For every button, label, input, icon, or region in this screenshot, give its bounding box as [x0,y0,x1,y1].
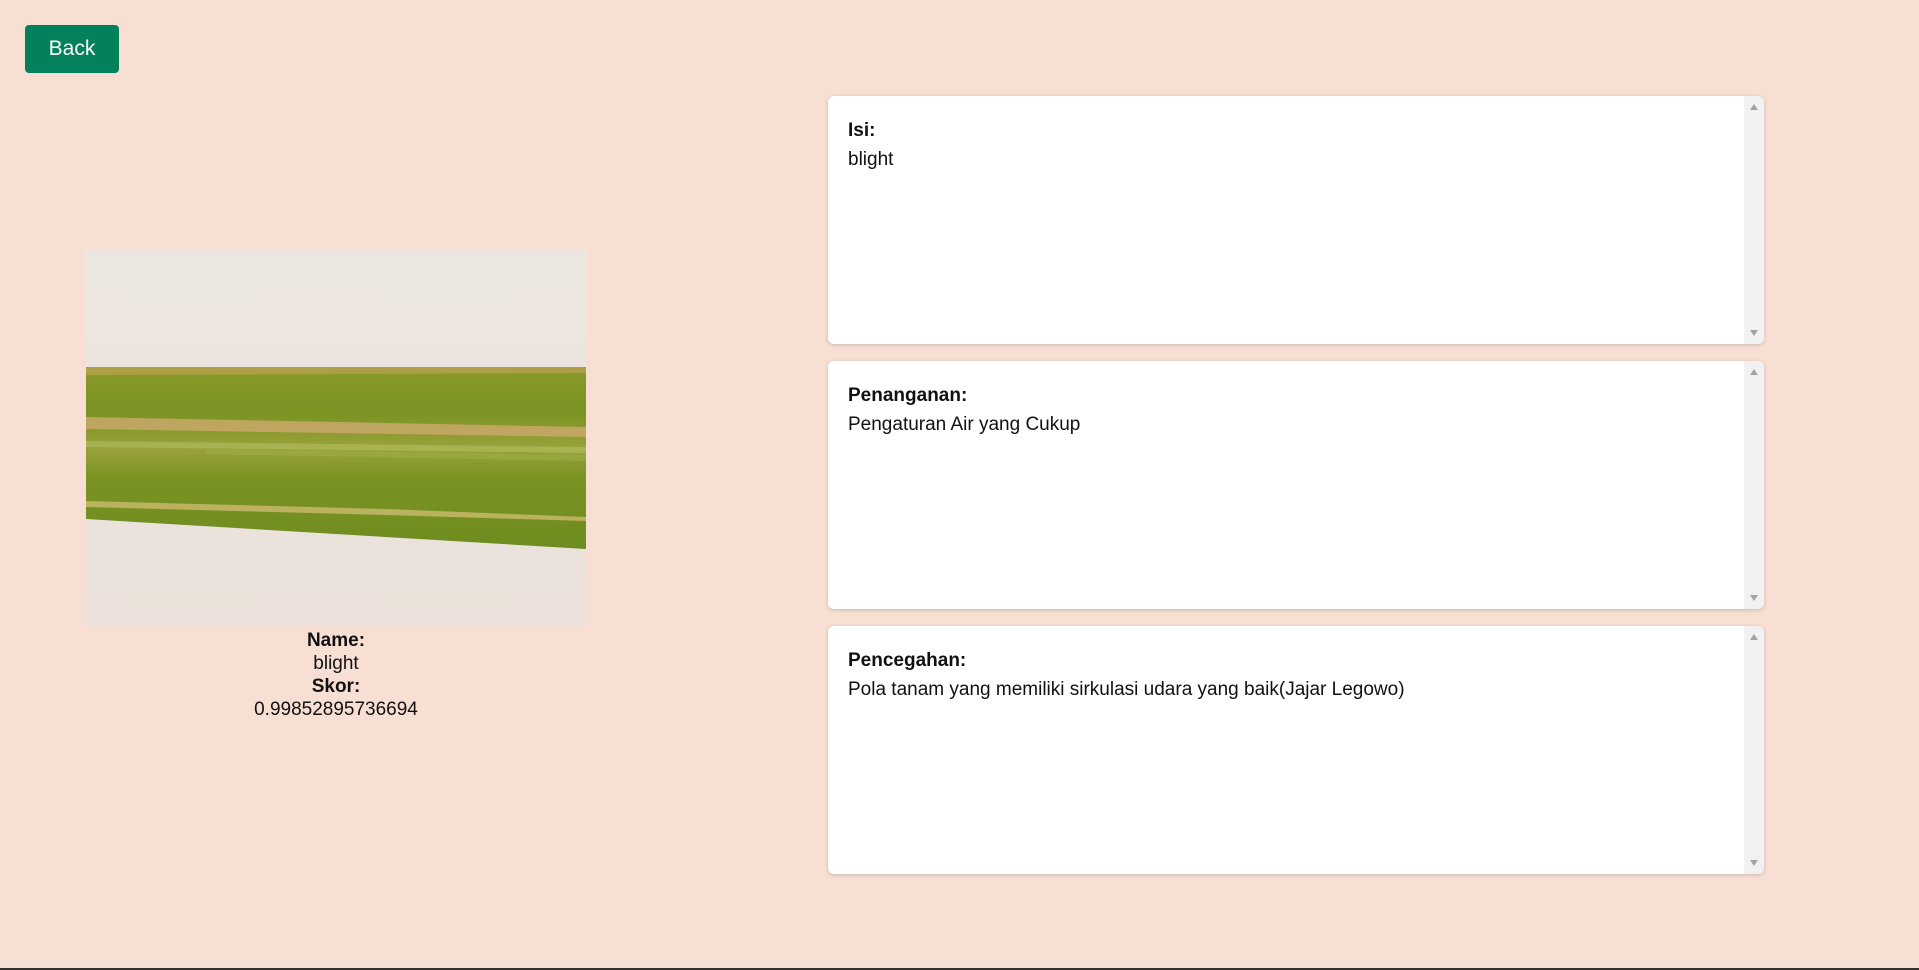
panel-text: Pengaturan Air yang Cukup [848,414,1081,435]
scroll-down-icon[interactable] [1750,330,1758,336]
scroll-down-icon[interactable] [1750,860,1758,866]
panel-text: Pola tanam yang memiliki sirkulasi udara… [848,679,1405,700]
scroll-up-icon[interactable] [1750,634,1758,640]
panel-pencegahan[interactable]: Pencegahan: Pola tanam yang memiliki sir… [828,626,1764,874]
result-caption: Name: blight Skor: 0.99852895736694 [86,629,586,721]
name-label: Name: [306,630,366,651]
scrollbar[interactable] [1744,361,1764,609]
scroll-down-icon[interactable] [1750,595,1758,601]
scroll-up-icon[interactable] [1750,369,1758,375]
scrollbar[interactable] [1744,96,1764,344]
panel-title: Isi: [848,120,876,141]
score-value: 0.99852895736694 [254,699,418,720]
leaf-image [86,249,586,625]
back-button[interactable]: Back [25,25,119,73]
result-card: Name: blight Skor: 0.99852895736694 [86,249,586,721]
score-label: Skor: [311,676,361,697]
scrollbar[interactable] [1744,626,1764,874]
panel-penanganan[interactable]: Penanganan: Pengaturan Air yang Cukup [828,361,1764,609]
panel-title: Penanganan: [848,385,968,406]
panel-isi[interactable]: Isi: blight [828,96,1764,344]
panel-text: blight [848,149,894,170]
panel-title: Pencegahan: [848,650,967,671]
name-value: blight [313,653,359,674]
scroll-up-icon[interactable] [1750,104,1758,110]
